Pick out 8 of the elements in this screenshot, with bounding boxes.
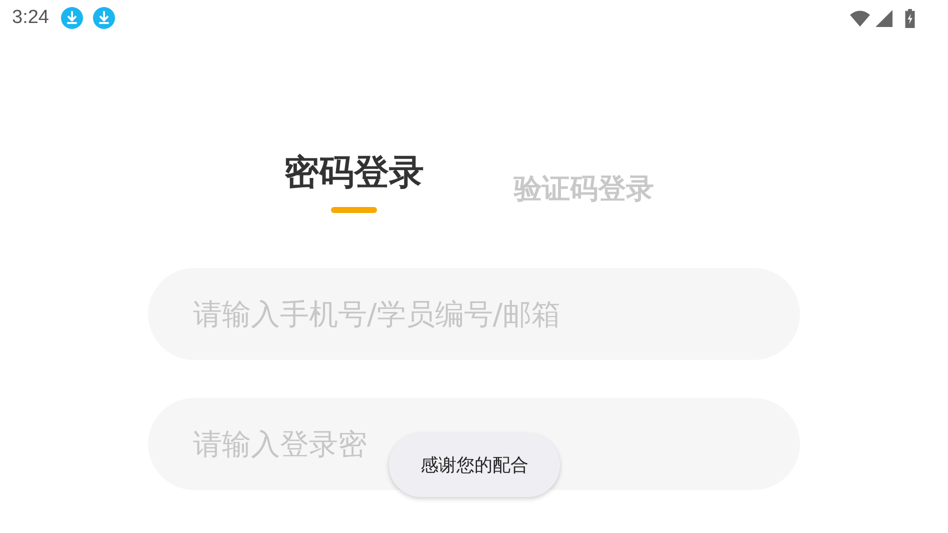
toast-message: 感谢您的配合 <box>389 433 560 497</box>
login-tab[interactable]: 密码登录 <box>284 150 424 218</box>
status-time: 3:24 <box>12 7 49 29</box>
download-icon <box>60 7 83 29</box>
download-icon <box>92 7 115 29</box>
battery-charging-icon <box>904 8 916 28</box>
signal-icon <box>874 10 894 26</box>
wifi-icon <box>850 10 870 26</box>
